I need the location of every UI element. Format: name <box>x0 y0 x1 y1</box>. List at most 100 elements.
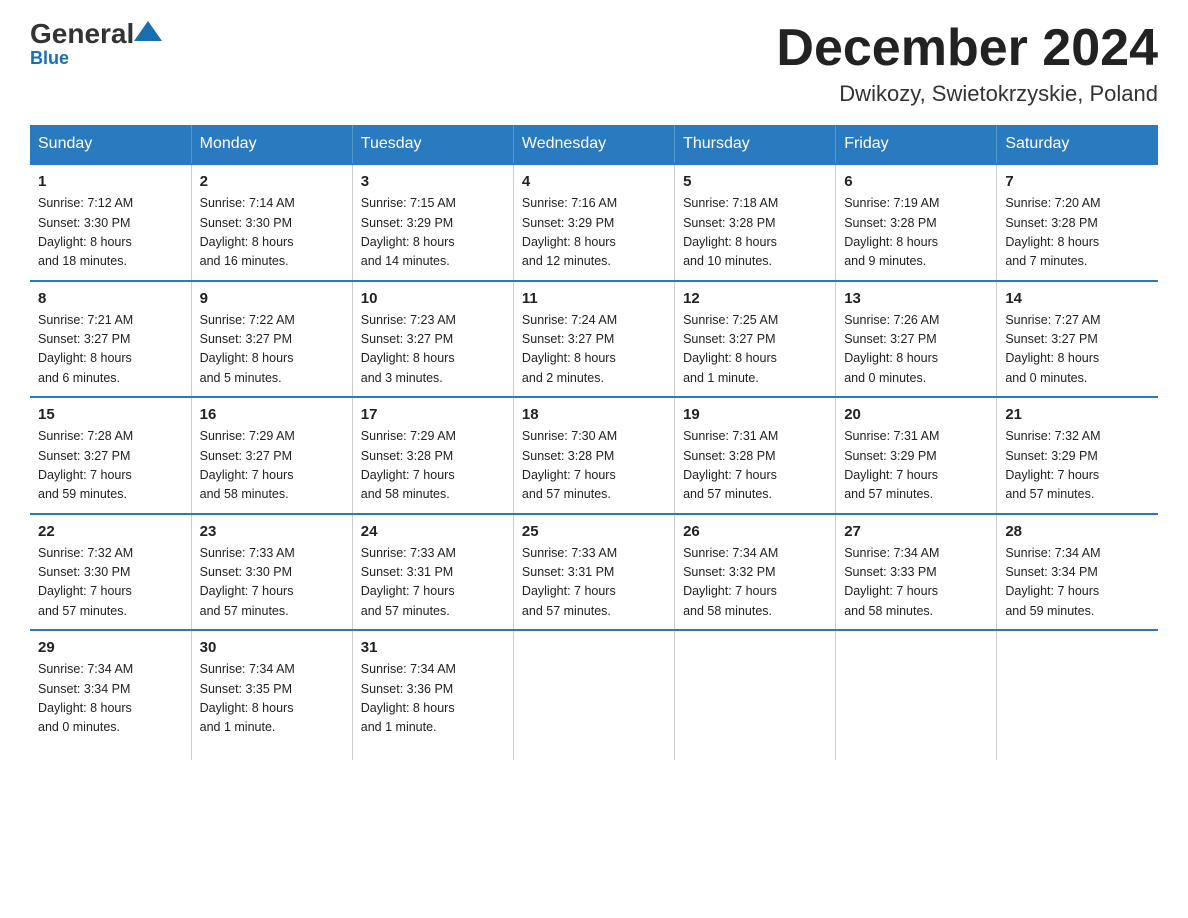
column-header-thursday: Thursday <box>675 125 836 164</box>
calendar-cell: 20 Sunrise: 7:31 AM Sunset: 3:29 PM Dayli… <box>836 397 997 514</box>
day-info: Sunrise: 7:22 AM Sunset: 3:27 PM Dayligh… <box>200 311 344 389</box>
day-number: 29 <box>38 639 183 656</box>
calendar-table: SundayMondayTuesdayWednesdayThursdayFrid… <box>30 125 1158 760</box>
day-info: Sunrise: 7:32 AM Sunset: 3:30 PM Dayligh… <box>38 544 183 622</box>
day-number: 2 <box>200 173 344 190</box>
day-info: Sunrise: 7:19 AM Sunset: 3:28 PM Dayligh… <box>844 194 988 272</box>
page-header: General Blue December 2024 Dwikozy, Swie… <box>30 20 1158 107</box>
calendar-cell: 27 Sunrise: 7:34 AM Sunset: 3:33 PM Dayli… <box>836 514 997 631</box>
day-info: Sunrise: 7:31 AM Sunset: 3:28 PM Dayligh… <box>683 427 827 505</box>
calendar-cell: 10Sunrise: 7:23 AM Sunset: 3:27 PM Dayli… <box>352 281 513 398</box>
day-info: Sunrise: 7:21 AM Sunset: 3:27 PM Dayligh… <box>38 311 183 389</box>
day-number: 1 <box>38 173 183 190</box>
calendar-cell: 29 Sunrise: 7:34 AM Sunset: 3:34 PM Dayli… <box>30 630 191 760</box>
day-number: 18 <box>522 406 666 423</box>
calendar-cell: 7 Sunrise: 7:20 AM Sunset: 3:28 PM Daylig… <box>997 164 1158 281</box>
day-number: 25 <box>522 523 666 540</box>
day-info: Sunrise: 7:29 AM Sunset: 3:28 PM Dayligh… <box>361 427 505 505</box>
day-number: 26 <box>683 523 827 540</box>
calendar-week-row: 8Sunrise: 7:21 AM Sunset: 3:27 PM Daylig… <box>30 281 1158 398</box>
page-subtitle: Dwikozy, Swietokrzyskie, Poland <box>776 81 1158 107</box>
day-number: 7 <box>1005 173 1150 190</box>
calendar-cell: 25 Sunrise: 7:33 AM Sunset: 3:31 PM Dayli… <box>513 514 674 631</box>
day-number: 6 <box>844 173 988 190</box>
day-number: 15 <box>38 406 183 423</box>
day-info: Sunrise: 7:20 AM Sunset: 3:28 PM Dayligh… <box>1005 194 1150 272</box>
calendar-cell <box>675 630 836 760</box>
day-number: 19 <box>683 406 827 423</box>
calendar-cell: 3Sunrise: 7:15 AM Sunset: 3:29 PM Daylig… <box>352 164 513 281</box>
day-info: Sunrise: 7:30 AM Sunset: 3:28 PM Dayligh… <box>522 427 666 505</box>
day-number: 4 <box>522 173 666 190</box>
column-header-monday: Monday <box>191 125 352 164</box>
calendar-cell: 8Sunrise: 7:21 AM Sunset: 3:27 PM Daylig… <box>30 281 191 398</box>
day-number: 31 <box>361 639 505 656</box>
calendar-cell: 21Sunrise: 7:32 AM Sunset: 3:29 PM Dayli… <box>997 397 1158 514</box>
column-header-wednesday: Wednesday <box>513 125 674 164</box>
calendar-header-row: SundayMondayTuesdayWednesdayThursdayFrid… <box>30 125 1158 164</box>
logo-triangle-icon <box>134 21 162 43</box>
day-number: 9 <box>200 290 344 307</box>
day-number: 22 <box>38 523 183 540</box>
calendar-cell: 14Sunrise: 7:27 AM Sunset: 3:27 PM Dayli… <box>997 281 1158 398</box>
day-number: 27 <box>844 523 988 540</box>
day-info: Sunrise: 7:33 AM Sunset: 3:30 PM Dayligh… <box>200 544 344 622</box>
day-info: Sunrise: 7:31 AM Sunset: 3:29 PM Dayligh… <box>844 427 988 505</box>
day-info: Sunrise: 7:29 AM Sunset: 3:27 PM Dayligh… <box>200 427 344 505</box>
day-number: 30 <box>200 639 344 656</box>
day-info: Sunrise: 7:34 AM Sunset: 3:36 PM Dayligh… <box>361 660 505 738</box>
day-number: 14 <box>1005 290 1150 307</box>
day-info: Sunrise: 7:32 AM Sunset: 3:29 PM Dayligh… <box>1005 427 1150 505</box>
calendar-cell: 11 Sunrise: 7:24 AM Sunset: 3:27 PM Dayli… <box>513 281 674 398</box>
day-info: Sunrise: 7:12 AM Sunset: 3:30 PM Dayligh… <box>38 194 183 272</box>
calendar-cell: 28 Sunrise: 7:34 AM Sunset: 3:34 PM Dayli… <box>997 514 1158 631</box>
column-header-sunday: Sunday <box>30 125 191 164</box>
day-number: 13 <box>844 290 988 307</box>
day-number: 12 <box>683 290 827 307</box>
day-info: Sunrise: 7:34 AM Sunset: 3:32 PM Dayligh… <box>683 544 827 622</box>
day-number: 28 <box>1005 523 1150 540</box>
day-info: Sunrise: 7:33 AM Sunset: 3:31 PM Dayligh… <box>522 544 666 622</box>
logo-general: General <box>30 18 134 49</box>
calendar-cell <box>836 630 997 760</box>
calendar-cell: 16 Sunrise: 7:29 AM Sunset: 3:27 PM Dayli… <box>191 397 352 514</box>
calendar-cell: 26 Sunrise: 7:34 AM Sunset: 3:32 PM Dayli… <box>675 514 836 631</box>
logo-text: General <box>30 20 162 48</box>
day-number: 16 <box>200 406 344 423</box>
calendar-cell: 13 Sunrise: 7:26 AM Sunset: 3:27 PM Dayli… <box>836 281 997 398</box>
day-info: Sunrise: 7:28 AM Sunset: 3:27 PM Dayligh… <box>38 427 183 505</box>
day-number: 11 <box>522 290 666 307</box>
day-info: Sunrise: 7:34 AM Sunset: 3:34 PM Dayligh… <box>38 660 183 738</box>
calendar-cell: 5 Sunrise: 7:18 AM Sunset: 3:28 PM Daylig… <box>675 164 836 281</box>
day-info: Sunrise: 7:25 AM Sunset: 3:27 PM Dayligh… <box>683 311 827 389</box>
calendar-cell: 4Sunrise: 7:16 AM Sunset: 3:29 PM Daylig… <box>513 164 674 281</box>
calendar-week-row: 1 Sunrise: 7:12 AM Sunset: 3:30 PM Daylig… <box>30 164 1158 281</box>
day-info: Sunrise: 7:24 AM Sunset: 3:27 PM Dayligh… <box>522 311 666 389</box>
day-info: Sunrise: 7:14 AM Sunset: 3:30 PM Dayligh… <box>200 194 344 272</box>
day-number: 5 <box>683 173 827 190</box>
day-number: 24 <box>361 523 505 540</box>
calendar-cell <box>513 630 674 760</box>
calendar-cell: 6 Sunrise: 7:19 AM Sunset: 3:28 PM Daylig… <box>836 164 997 281</box>
calendar-cell: 9 Sunrise: 7:22 AM Sunset: 3:27 PM Daylig… <box>191 281 352 398</box>
title-block: December 2024 Dwikozy, Swietokrzyskie, P… <box>776 20 1158 107</box>
calendar-body: 1 Sunrise: 7:12 AM Sunset: 3:30 PM Daylig… <box>30 164 1158 760</box>
day-info: Sunrise: 7:26 AM Sunset: 3:27 PM Dayligh… <box>844 311 988 389</box>
calendar-week-row: 29 Sunrise: 7:34 AM Sunset: 3:34 PM Dayli… <box>30 630 1158 760</box>
day-number: 17 <box>361 406 505 423</box>
day-number: 10 <box>361 290 505 307</box>
day-info: Sunrise: 7:15 AM Sunset: 3:29 PM Dayligh… <box>361 194 505 272</box>
column-header-saturday: Saturday <box>997 125 1158 164</box>
calendar-cell: 1 Sunrise: 7:12 AM Sunset: 3:30 PM Daylig… <box>30 164 191 281</box>
calendar-cell <box>997 630 1158 760</box>
calendar-cell: 2 Sunrise: 7:14 AM Sunset: 3:30 PM Daylig… <box>191 164 352 281</box>
calendar-cell: 18 Sunrise: 7:30 AM Sunset: 3:28 PM Dayli… <box>513 397 674 514</box>
day-info: Sunrise: 7:34 AM Sunset: 3:33 PM Dayligh… <box>844 544 988 622</box>
day-number: 20 <box>844 406 988 423</box>
calendar-cell: 12 Sunrise: 7:25 AM Sunset: 3:27 PM Dayli… <box>675 281 836 398</box>
calendar-cell: 30 Sunrise: 7:34 AM Sunset: 3:35 PM Dayli… <box>191 630 352 760</box>
column-header-friday: Friday <box>836 125 997 164</box>
day-info: Sunrise: 7:34 AM Sunset: 3:34 PM Dayligh… <box>1005 544 1150 622</box>
day-info: Sunrise: 7:18 AM Sunset: 3:28 PM Dayligh… <box>683 194 827 272</box>
day-info: Sunrise: 7:34 AM Sunset: 3:35 PM Dayligh… <box>200 660 344 738</box>
